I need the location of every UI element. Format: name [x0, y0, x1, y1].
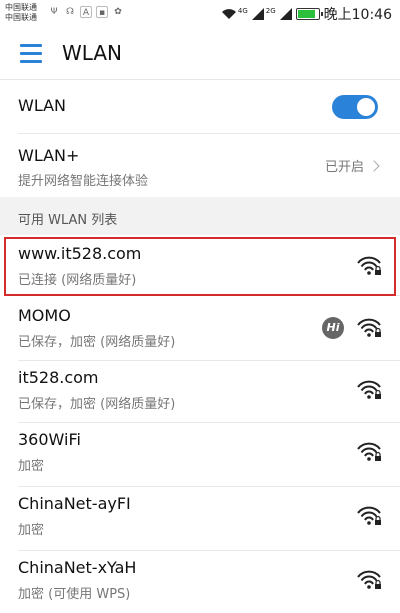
- highlight-box: [4, 237, 396, 296]
- network-item[interactable]: ChinaNet-ayFI 加密: [0, 487, 400, 551]
- hi-badge-icon: Hi: [322, 317, 344, 339]
- carrier-labels: 中国联通 中国联通: [5, 3, 37, 23]
- network-name: it528.com: [18, 368, 99, 387]
- clock: 晚上10:46: [323, 7, 392, 23]
- network-item[interactable]: ChinaNet-xYaH 加密 (可使用 WPS): [0, 551, 400, 613]
- network-name: 360WiFi: [18, 430, 81, 449]
- network-name: ChinaNet-xYaH: [18, 558, 137, 577]
- switch-knob: [357, 98, 375, 116]
- available-networks-header: 可用 WLAN 列表: [18, 213, 118, 228]
- wifi-lock-icon: [357, 318, 381, 337]
- network-status: 已保存，加密 (网络质量好): [18, 335, 176, 350]
- network-name: ChinaNet-ayFI: [18, 494, 131, 513]
- network-item[interactable]: MOMO 已保存，加密 (网络质量好) Hi: [0, 299, 400, 361]
- chevron-right-icon: [368, 159, 380, 172]
- wifi-status-icon: [221, 9, 236, 19]
- wifi-lock-icon: [357, 380, 381, 399]
- wlan-plus-status: 已开启: [324, 156, 380, 175]
- network-status: 加密: [18, 523, 45, 538]
- wlan-plus-row[interactable]: WLAN+ 提升网络智能连接体验 已开启: [0, 134, 400, 197]
- wifi-lock-icon: [357, 506, 381, 525]
- wifi-lock-icon: [357, 570, 381, 589]
- menu-icon[interactable]: [20, 44, 42, 63]
- signal1-icon: [251, 8, 264, 20]
- battery-icon: [295, 8, 323, 20]
- wlan-label: WLAN: [18, 96, 67, 115]
- page-title: WLAN: [62, 41, 123, 65]
- network-status: 已保存，加密 (网络质量好): [18, 397, 176, 412]
- wlan-plus-subtitle: 提升网络智能连接体验: [18, 174, 149, 189]
- wlan-toggle-row[interactable]: WLAN: [0, 81, 400, 133]
- wlan-plus-status-text: 已开启: [324, 160, 364, 175]
- image-notification-icon: ▪: [96, 6, 108, 18]
- wlan-switch[interactable]: [332, 95, 378, 119]
- app-notification-icon: A: [80, 6, 92, 18]
- network-status: 加密: [18, 459, 45, 474]
- carrier-1: 中国联通: [5, 3, 37, 12]
- assistant-notification-icon: ✿: [114, 7, 122, 17]
- usb-icon: Ψ: [50, 7, 58, 17]
- section-header: 可用 WLAN 列表: [0, 197, 400, 235]
- headset-icon: ☊: [66, 7, 74, 17]
- status-bar: 中国联通 中国联通 Ψ ☊ A ▪ ✿ 4G 2G 晚上10:46: [0, 0, 400, 28]
- notification-icons: Ψ ☊ A ▪ ✿: [48, 6, 124, 18]
- network-status: 加密 (可使用 WPS): [18, 587, 131, 602]
- app-bar: WLAN: [0, 28, 400, 80]
- signal1-type: 4G: [237, 7, 248, 15]
- wifi-lock-icon: [357, 442, 381, 461]
- network-item[interactable]: 360WiFi 加密: [0, 423, 400, 487]
- network-item[interactable]: it528.com 已保存，加密 (网络质量好): [0, 361, 400, 423]
- wlan-plus-label: WLAN+: [18, 146, 80, 165]
- carrier-2: 中国联通: [5, 13, 37, 22]
- signal2-icon: [279, 8, 292, 20]
- status-right: 4G 2G 晚上10:46: [221, 4, 392, 24]
- signal2-type: 2G: [265, 7, 276, 15]
- network-name: MOMO: [18, 306, 71, 325]
